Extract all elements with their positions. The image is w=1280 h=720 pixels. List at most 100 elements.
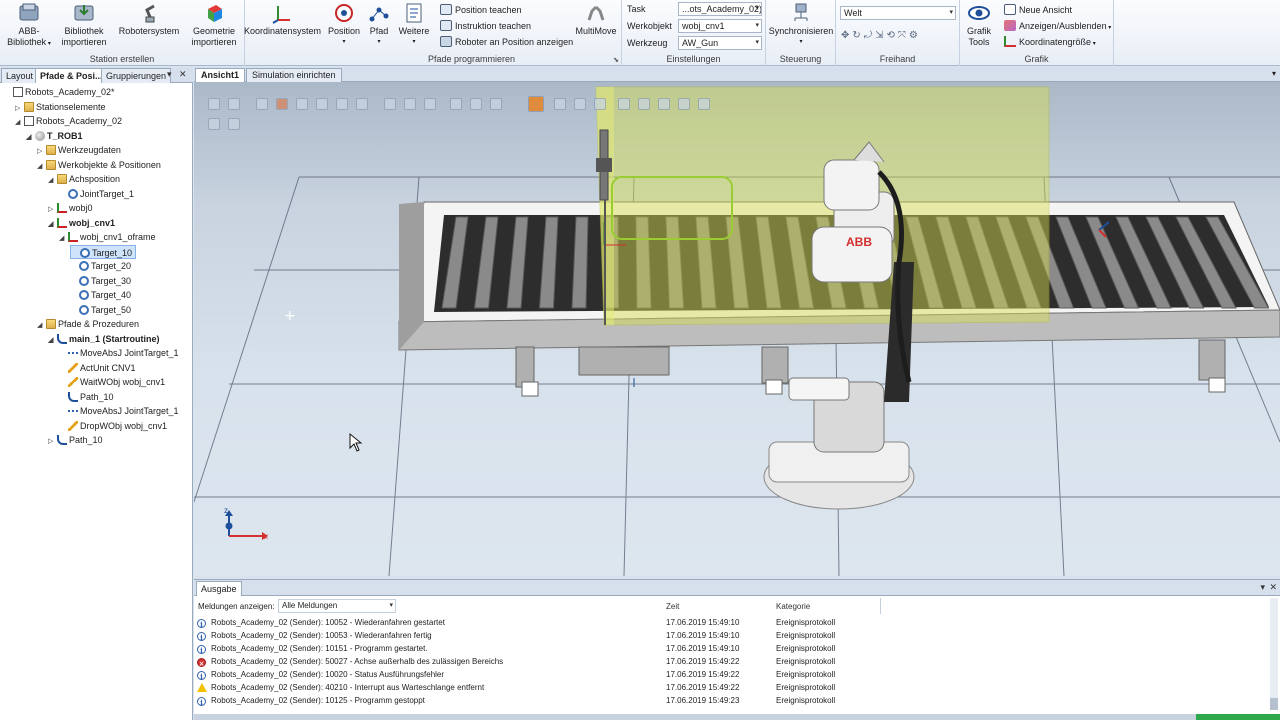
pfad-button[interactable]: Pfad ▾ xyxy=(362,2,396,48)
message-row[interactable]: i Robots_Academy_02 (Sender): 10020 - Sta… xyxy=(197,668,1257,681)
tab-ausgabe[interactable]: Ausgabe xyxy=(196,581,242,596)
message-row[interactable]: × Robots_Academy_02 (Sender): 50027 - Ach… xyxy=(197,655,1257,668)
geometrie-importieren-button[interactable]: Geometrie importieren xyxy=(185,2,243,48)
tab-simulation-einrichten[interactable]: Simulation einrichten xyxy=(246,68,342,82)
col-header-kategorie[interactable]: Kategorie xyxy=(776,602,810,611)
linear-jog-icon[interactable]: ⇲ xyxy=(875,30,886,41)
stop-icon[interactable] xyxy=(228,118,240,130)
tree-item[interactable]: Target_10 xyxy=(70,244,137,259)
robotersystem-button[interactable]: Robotersystem xyxy=(118,2,180,37)
select-frame-icon[interactable] xyxy=(356,98,368,110)
koordinatengroesse-button[interactable]: Koordinatengröße ▾ xyxy=(1004,34,1096,50)
tree-item[interactable]: ◢ Robots_Academy_02 xyxy=(15,114,122,128)
reorient-icon[interactable]: ⟲ xyxy=(887,30,898,41)
tree-item[interactable]: ▷ wobj0 xyxy=(48,201,93,215)
play-icon[interactable] xyxy=(208,118,220,130)
expander-icon[interactable]: ◢ xyxy=(37,160,46,174)
expander-icon[interactable]: ◢ xyxy=(48,334,57,348)
snap-center-icon[interactable] xyxy=(404,98,416,110)
tab-ansicht1[interactable]: Ansicht1 xyxy=(195,68,246,82)
measure-minimum-icon[interactable] xyxy=(658,98,670,110)
tree-item[interactable]: ActUnit CNV1 xyxy=(59,361,136,375)
snap-gravity-icon[interactable] xyxy=(554,98,566,110)
measure-angle-icon[interactable] xyxy=(594,98,606,110)
select-group-icon[interactable] xyxy=(296,98,308,110)
anzeigen-ausblenden-button[interactable]: Anzeigen/Ausblenden ▾ xyxy=(1004,18,1111,34)
output-dropdown-icon[interactable]: ▾ xyxy=(1260,582,1265,593)
snap-midpoint-icon[interactable] xyxy=(470,98,482,110)
snap-object-icon[interactable] xyxy=(384,98,396,110)
tab-gruppierungen[interactable]: Gruppierungen xyxy=(101,68,172,83)
expander-icon[interactable]: ◢ xyxy=(48,218,57,232)
filter-combo[interactable]: Alle Meldungen ▾ xyxy=(278,599,396,613)
measure-point-icon[interactable] xyxy=(574,98,586,110)
col-header-zeit[interactable]: Zeit xyxy=(666,602,679,611)
output-scrollbar[interactable] xyxy=(1270,598,1278,710)
tree-item[interactable]: WaitWObj wobj_cnv1 xyxy=(59,375,165,389)
koordinatensystem-button[interactable]: Koordinatensystem xyxy=(244,2,321,37)
measure-diameter-icon[interactable] xyxy=(618,98,630,110)
tree-item[interactable]: ◢ main_1 (Startroutine) xyxy=(48,332,160,346)
move-icon[interactable]: ✥ xyxy=(841,30,852,41)
tree-item[interactable]: ▷ Path_10 xyxy=(48,433,103,447)
select-curve-icon[interactable] xyxy=(256,98,268,110)
tree-item[interactable]: Target_20 xyxy=(70,259,131,273)
tree-item[interactable]: Robots_Academy_02* xyxy=(4,85,115,99)
tree-item[interactable]: ▷ Stationselemente xyxy=(15,100,106,114)
close-icon[interactable]: ✕ xyxy=(179,69,187,80)
view-dropdown-icon[interactable]: ▾ xyxy=(1272,69,1276,78)
weitere-button[interactable]: Weitere ▾ xyxy=(395,2,433,48)
snap-grid-icon[interactable] xyxy=(450,98,462,110)
roboter-an-position-button[interactable]: Roboter an Position anzeigen xyxy=(440,34,573,50)
close-icon[interactable]: ✕ xyxy=(1269,582,1277,593)
abb-bibliothek-button[interactable]: ABB- Bibliothek ▾ xyxy=(1,2,57,50)
select-mechanism-icon[interactable] xyxy=(316,98,328,110)
tab-dropdown-icon[interactable]: ▾ xyxy=(167,69,172,80)
neue-ansicht-button[interactable]: Neue Ansicht xyxy=(1004,2,1072,18)
tree-item[interactable]: ◢ Pfade & Prozeduren xyxy=(37,317,139,331)
tree-item[interactable]: ◢ Werkobjekte & Positionen xyxy=(37,158,161,172)
tree-item[interactable]: MoveAbsJ JointTarget_1 xyxy=(59,404,179,418)
synchronisieren-button[interactable]: Synchronisieren ▾ xyxy=(767,2,835,48)
werkobjekt-combo[interactable]: wobj_cnv1 ▾ xyxy=(678,19,762,33)
expander-icon[interactable]: ◢ xyxy=(26,131,35,145)
tab-layout[interactable]: Layout xyxy=(1,68,39,83)
werkzeug-combo[interactable]: AW_Gun ▾ xyxy=(678,36,762,50)
position-teachen-button[interactable]: Position teachen xyxy=(440,2,522,18)
message-row[interactable]: i Robots_Academy_02 (Sender): 10053 - Wie… xyxy=(197,629,1257,642)
tree-item[interactable]: Target_40 xyxy=(70,288,131,302)
reference-frame-combo[interactable]: Welt ▾ xyxy=(840,6,956,20)
multi-robot-jog-icon[interactable]: ⤧ xyxy=(898,30,909,41)
instruktion-teachen-button[interactable]: Instruktion teachen xyxy=(440,18,531,34)
expander-icon[interactable]: ◢ xyxy=(59,232,68,246)
scroll-thumb[interactable] xyxy=(1270,698,1278,710)
jog-settings-icon[interactable]: ⚙ xyxy=(909,30,921,41)
tree-item[interactable]: Path_10 xyxy=(59,390,114,404)
bibliothek-importieren-button[interactable]: Bibliothek importieren xyxy=(56,2,112,48)
position-button[interactable]: Position ▾ xyxy=(323,2,365,48)
task-combo[interactable]: ...ots_Academy_02) ▾ xyxy=(678,2,762,16)
snap-local-origin-icon[interactable] xyxy=(490,98,502,110)
tree-item[interactable]: ◢ wobj_cnv1_oframe xyxy=(59,230,156,244)
tree-item[interactable]: DropWObj wobj_cnv1 xyxy=(59,419,167,433)
snap-edge-icon[interactable] xyxy=(424,98,436,110)
view-all-icon[interactable] xyxy=(208,98,220,110)
tree-item[interactable]: ◢ wobj_cnv1 xyxy=(48,216,115,230)
expander-icon[interactable]: ▷ xyxy=(48,435,57,449)
message-row[interactable]: Robots_Academy_02 (Sender): 40210 - Inte… xyxy=(197,681,1257,694)
multimove-button[interactable]: MultiMove xyxy=(570,2,622,37)
3d-viewport[interactable]: ABB + z x xyxy=(194,82,1280,576)
message-row[interactable]: i Robots_Academy_02 (Sender): 10151 - Pro… xyxy=(197,642,1257,655)
view-center-icon[interactable] xyxy=(228,98,240,110)
message-row[interactable]: i Robots_Academy_02 (Sender): 10125 - Pro… xyxy=(197,694,1257,707)
tree-item[interactable]: ◢ Achsposition xyxy=(48,172,120,186)
dialog-launcher-icon[interactable]: ⬊ xyxy=(613,56,619,64)
expander-icon[interactable]: ◢ xyxy=(48,174,57,188)
rotate-icon[interactable]: ↻ xyxy=(852,30,863,41)
select-target-icon[interactable] xyxy=(336,98,348,110)
snap-target-icon[interactable] xyxy=(528,96,544,112)
tree-item[interactable]: Target_50 xyxy=(70,303,131,317)
grafik-tools-button[interactable]: Grafik Tools xyxy=(960,2,998,48)
tree-item[interactable]: Target_30 xyxy=(70,274,131,288)
expander-icon[interactable]: ◢ xyxy=(15,116,24,130)
